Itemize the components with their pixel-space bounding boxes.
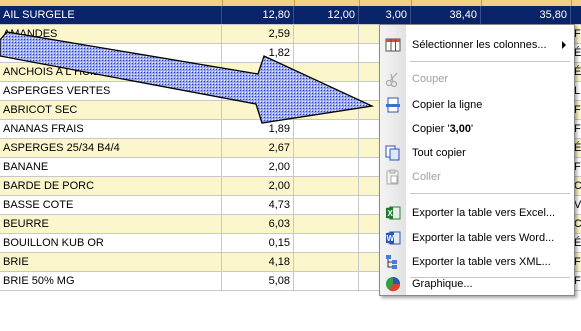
cell-value[interactable]: 38,40 — [411, 6, 481, 24]
cell-name[interactable]: BOUILLON KUB OR — [0, 234, 222, 252]
cell-value[interactable] — [294, 101, 359, 119]
svg-text:X: X — [388, 209, 394, 218]
cell-price[interactable]: 3,19 — [222, 82, 294, 100]
cell-name[interactable]: AIL SURGELE — [0, 6, 222, 24]
menu-item-label: Exporter la table vers XML... — [412, 256, 551, 268]
cell-price[interactable]: 5,46 — [222, 101, 294, 119]
cell-value[interactable] — [294, 120, 359, 138]
cell-value[interactable] — [294, 196, 359, 214]
menu-item-label: Coller — [412, 171, 441, 183]
menu-item-export-excel[interactable]: X Exporter la table vers Excel... — [380, 202, 574, 224]
cell-name[interactable]: ANANAS FRAIS — [0, 120, 222, 138]
menu-item-export-word[interactable]: W Exporter la table vers Word... — [380, 227, 574, 249]
cell-name[interactable]: ASPERGES VERTES — [0, 82, 222, 100]
cell-price[interactable]: 4,18 — [222, 253, 294, 271]
cell-value[interactable] — [294, 253, 359, 271]
cell-name[interactable]: AMANDES — [0, 25, 222, 43]
menu-item-label: Copier la ligne — [412, 99, 483, 111]
cell-name[interactable]: BRIE 50% MG — [0, 272, 222, 290]
menu-item-cut[interactable]: Couper — [380, 68, 574, 90]
menu-item-chart[interactable]: Graphique... — [380, 273, 574, 295]
cell-value[interactable] — [294, 25, 359, 43]
cell-value[interactable] — [294, 272, 359, 290]
copy-all-icon — [385, 145, 400, 161]
menu-item-export-xml[interactable]: Exporter la table vers XML... — [380, 251, 574, 273]
cell-value[interactable]: 12,00 — [294, 6, 359, 24]
cell-price[interactable]: 2,59 — [222, 25, 294, 43]
cell-name[interactable]: BASSE COTE — [0, 196, 222, 214]
cell-price[interactable]: 2,00 — [222, 177, 294, 195]
cell-name[interactable]: ASPERGES 25/34 B4/4 — [0, 139, 222, 157]
menu-item-label: Copier '3,00' — [412, 123, 474, 135]
cell-value[interactable] — [294, 63, 359, 81]
cell-name[interactable]: BARDE DE PORC — [0, 177, 222, 195]
cell-name[interactable]: ABRICOT SEC — [0, 101, 222, 119]
cell-price[interactable]: 5,08 — [222, 272, 294, 290]
cell-value[interactable]: 3,00 — [359, 6, 411, 24]
excel-icon: X — [386, 206, 401, 220]
cell-price[interactable]: 4,73 — [222, 196, 294, 214]
menu-item-label: Exporter la table vers Word... — [412, 232, 555, 244]
menu-item-copy-value[interactable]: Copier '3,00' — [380, 118, 574, 140]
columns-icon — [385, 38, 401, 52]
menu-separator — [410, 193, 570, 194]
context-menu: Sélectionner les colonnes... Couper Copi… — [379, 24, 575, 296]
cell-price[interactable]: 2,67 — [222, 139, 294, 157]
cell-value[interactable]: 35,80 — [481, 6, 571, 24]
pie-chart-icon — [386, 277, 401, 292]
cell-value[interactable] — [294, 177, 359, 195]
menu-item-label: Graphique... — [412, 278, 473, 290]
menu-item-copy-row[interactable]: Copier la ligne — [380, 94, 574, 116]
menu-item-label: Sélectionner les colonnes... — [412, 39, 547, 51]
cell-price[interactable]: 12,80 — [222, 6, 294, 24]
menu-item-label: Exporter la table vers Excel... — [412, 207, 556, 219]
menu-item-paste[interactable]: Coller — [380, 166, 574, 188]
scissors-icon — [385, 72, 398, 87]
cell-price[interactable]: 12,57 — [222, 63, 294, 81]
word-icon: W — [386, 231, 401, 245]
cell-value[interactable] — [294, 139, 359, 157]
menu-item-label: Couper — [412, 73, 449, 85]
cell-value[interactable] — [294, 215, 359, 233]
cell-name[interactable]: ANANAS — [0, 44, 222, 62]
menu-item-select-columns[interactable]: Sélectionner les colonnes... — [380, 34, 574, 56]
cell-name[interactable]: ANCHOIS A L HUILE — [0, 63, 222, 81]
menu-item-copy-all[interactable]: Tout copier — [380, 142, 574, 164]
menu-item-label: Tout copier — [412, 147, 466, 159]
paste-icon — [386, 169, 399, 185]
copied-value: 3,00 — [449, 123, 471, 135]
submenu-arrow-icon — [562, 41, 566, 49]
table-row-selected[interactable]: AIL SURGELE 12,80 12,00 3,00 38,40 35,80 — [0, 6, 581, 25]
cell-value[interactable] — [294, 82, 359, 100]
cell-name[interactable]: BEURRE — [0, 215, 222, 233]
cell-price[interactable]: 2,00 — [222, 158, 294, 176]
cell-value[interactable] — [294, 44, 359, 62]
svg-text:W: W — [387, 234, 395, 243]
cell-price[interactable]: 0,15 — [222, 234, 294, 252]
cell-extra[interactable] — [571, 6, 581, 24]
copy-row-icon — [386, 97, 400, 113]
cell-name[interactable]: BRIE — [0, 253, 222, 271]
menu-separator — [410, 61, 570, 62]
cell-price[interactable]: 6,03 — [222, 215, 294, 233]
cell-value[interactable] — [294, 158, 359, 176]
cell-price[interactable]: 1,89 — [222, 120, 294, 138]
cell-name[interactable]: BANANE — [0, 158, 222, 176]
cell-value[interactable] — [294, 234, 359, 252]
cell-price[interactable]: 1,82 — [222, 44, 294, 62]
xml-icon — [386, 255, 397, 269]
